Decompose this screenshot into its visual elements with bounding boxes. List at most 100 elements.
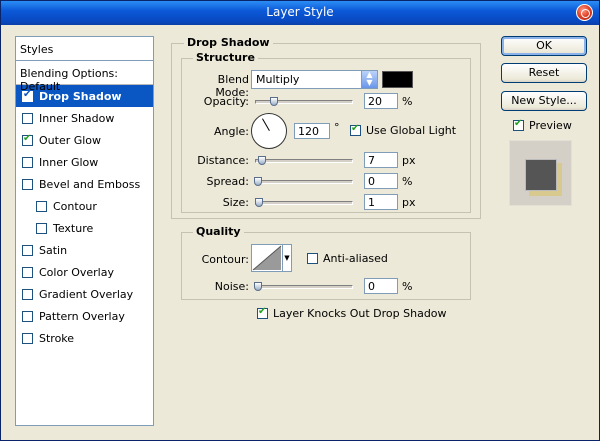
checkbox-icon[interactable] bbox=[22, 288, 33, 300]
checkbox-icon[interactable] bbox=[22, 133, 33, 146]
window-title: Layer Style bbox=[266, 5, 334, 19]
style-item-label: Stroke bbox=[39, 331, 75, 345]
checkbox-icon[interactable] bbox=[22, 244, 33, 256]
spread-slider[interactable] bbox=[254, 177, 353, 186]
checkbox-icon[interactable] bbox=[257, 306, 268, 319]
styles-list: Styles Blending Options: Default Drop Sh… bbox=[15, 36, 154, 426]
structure-title: Structure bbox=[193, 51, 258, 64]
angle-input[interactable]: 120 bbox=[294, 123, 330, 139]
styles-header[interactable]: Styles bbox=[16, 37, 153, 61]
opacity-label: Opacity: bbox=[203, 95, 249, 108]
angle-dial[interactable] bbox=[251, 113, 287, 149]
angle-label: Angle: bbox=[213, 125, 249, 138]
preview-square bbox=[525, 159, 557, 191]
close-icon[interactable] bbox=[576, 4, 593, 21]
blend-mode-value: Multiply bbox=[256, 73, 300, 86]
spread-unit: % bbox=[402, 175, 413, 188]
slider-thumb[interactable] bbox=[254, 177, 262, 186]
opacity-unit: % bbox=[402, 95, 413, 108]
contour-label: Contour: bbox=[201, 253, 249, 266]
slider-thumb[interactable] bbox=[255, 198, 263, 207]
style-item-label: Pattern Overlay bbox=[39, 309, 125, 323]
noise-label: Noise: bbox=[214, 280, 249, 293]
style-item-label: Outer Glow bbox=[39, 133, 102, 147]
slider-thumb[interactable] bbox=[258, 156, 266, 165]
style-item-inner-shadow[interactable]: Inner Shadow bbox=[16, 107, 153, 129]
checkbox-icon[interactable] bbox=[307, 253, 318, 264]
size-unit: px bbox=[402, 196, 416, 209]
style-item-label: Bevel and Emboss bbox=[39, 177, 141, 191]
style-item-label: Texture bbox=[53, 221, 94, 235]
style-item-label: Inner Glow bbox=[39, 155, 99, 169]
distance-unit: px bbox=[402, 154, 416, 167]
style-item-label: Contour bbox=[53, 199, 97, 213]
opacity-input[interactable]: 20 bbox=[364, 93, 398, 109]
checkbox-icon[interactable] bbox=[22, 156, 33, 168]
style-item-inner-glow[interactable]: Inner Glow bbox=[16, 151, 153, 173]
shadow-color-swatch[interactable] bbox=[382, 71, 413, 88]
style-item-label: Color Overlay bbox=[39, 265, 114, 279]
size-slider[interactable] bbox=[255, 198, 353, 207]
ok-button[interactable]: OK bbox=[501, 36, 587, 56]
blending-options-item[interactable]: Blending Options: Default bbox=[16, 61, 153, 93]
distance-input[interactable]: 7 bbox=[364, 152, 398, 168]
size-label: Size: bbox=[222, 196, 249, 209]
anti-aliased-checkbox[interactable]: Anti-aliased bbox=[307, 252, 388, 265]
style-item-label: Inner Shadow bbox=[39, 111, 115, 125]
style-item-pattern-overlay[interactable]: Pattern Overlay bbox=[16, 305, 153, 327]
slider-thumb[interactable] bbox=[254, 282, 262, 291]
new-style-button[interactable]: New Style... bbox=[501, 91, 587, 111]
anti-aliased-label: Anti-aliased bbox=[323, 252, 388, 265]
layer-style-dialog: Layer Style Styles Blending Options: Def… bbox=[0, 0, 600, 441]
opacity-slider[interactable] bbox=[255, 97, 353, 106]
checkbox-icon[interactable] bbox=[22, 112, 33, 124]
checkbox-icon[interactable] bbox=[22, 178, 33, 190]
reset-button[interactable]: Reset bbox=[501, 63, 587, 83]
style-item-outer-glow[interactable]: Outer Glow bbox=[16, 129, 153, 151]
drop-shadow-title: Drop Shadow bbox=[184, 36, 273, 49]
preview-label: Preview bbox=[529, 119, 572, 132]
noise-input[interactable]: 0 bbox=[364, 278, 398, 294]
distance-label: Distance: bbox=[197, 154, 249, 167]
angle-indicator bbox=[262, 118, 270, 131]
style-item-bevel-emboss[interactable]: Bevel and Emboss bbox=[16, 173, 153, 195]
noise-unit: % bbox=[402, 280, 413, 293]
use-global-light-label: Use Global Light bbox=[366, 124, 457, 137]
checkbox-icon[interactable] bbox=[22, 332, 33, 344]
size-input[interactable]: 1 bbox=[364, 194, 398, 210]
checkbox-icon[interactable] bbox=[36, 222, 47, 234]
style-item-stroke[interactable]: Stroke bbox=[16, 327, 153, 349]
style-item-satin[interactable]: Satin bbox=[16, 239, 153, 261]
contour-curve-icon bbox=[252, 245, 282, 271]
preview-checkbox[interactable]: Preview bbox=[513, 118, 572, 132]
checkbox-icon[interactable] bbox=[22, 310, 33, 322]
style-item-label: Gradient Overlay bbox=[39, 287, 134, 301]
preview-thumbnail bbox=[509, 140, 572, 206]
layer-knocks-out-label: Layer Knocks Out Drop Shadow bbox=[273, 307, 447, 320]
checkbox-icon[interactable] bbox=[513, 118, 524, 131]
noise-slider[interactable] bbox=[254, 282, 353, 291]
contour-picker[interactable]: ▼ bbox=[251, 244, 292, 272]
style-item-gradient-overlay[interactable]: Gradient Overlay bbox=[16, 283, 153, 305]
checkbox-icon[interactable] bbox=[350, 123, 361, 136]
distance-slider[interactable] bbox=[255, 156, 353, 165]
style-item-label: Drop Shadow bbox=[39, 89, 122, 103]
checkbox-icon[interactable] bbox=[22, 266, 33, 278]
layer-knocks-out-checkbox[interactable]: Layer Knocks Out Drop Shadow bbox=[257, 306, 447, 320]
dropdown-arrow-icon[interactable]: ▼ bbox=[282, 245, 291, 271]
use-global-light-checkbox[interactable]: Use Global Light bbox=[350, 123, 457, 137]
style-item-label: Satin bbox=[39, 243, 68, 257]
checkbox-icon[interactable] bbox=[36, 200, 47, 212]
quality-title: Quality bbox=[193, 225, 244, 238]
slider-thumb[interactable] bbox=[270, 97, 278, 106]
title-bar[interactable]: Layer Style bbox=[1, 1, 599, 25]
style-item-texture[interactable]: Texture bbox=[16, 217, 153, 239]
angle-unit: ° bbox=[334, 121, 340, 134]
checkbox-icon[interactable] bbox=[22, 89, 33, 102]
spread-input[interactable]: 0 bbox=[364, 173, 398, 189]
style-item-color-overlay[interactable]: Color Overlay bbox=[16, 261, 153, 283]
style-item-contour[interactable]: Contour bbox=[16, 195, 153, 217]
up-down-arrow-icon: ▲ ▼ bbox=[361, 71, 377, 88]
blend-mode-select[interactable]: Multiply ▲ ▼ bbox=[251, 70, 378, 89]
spread-label: Spread: bbox=[206, 175, 249, 188]
